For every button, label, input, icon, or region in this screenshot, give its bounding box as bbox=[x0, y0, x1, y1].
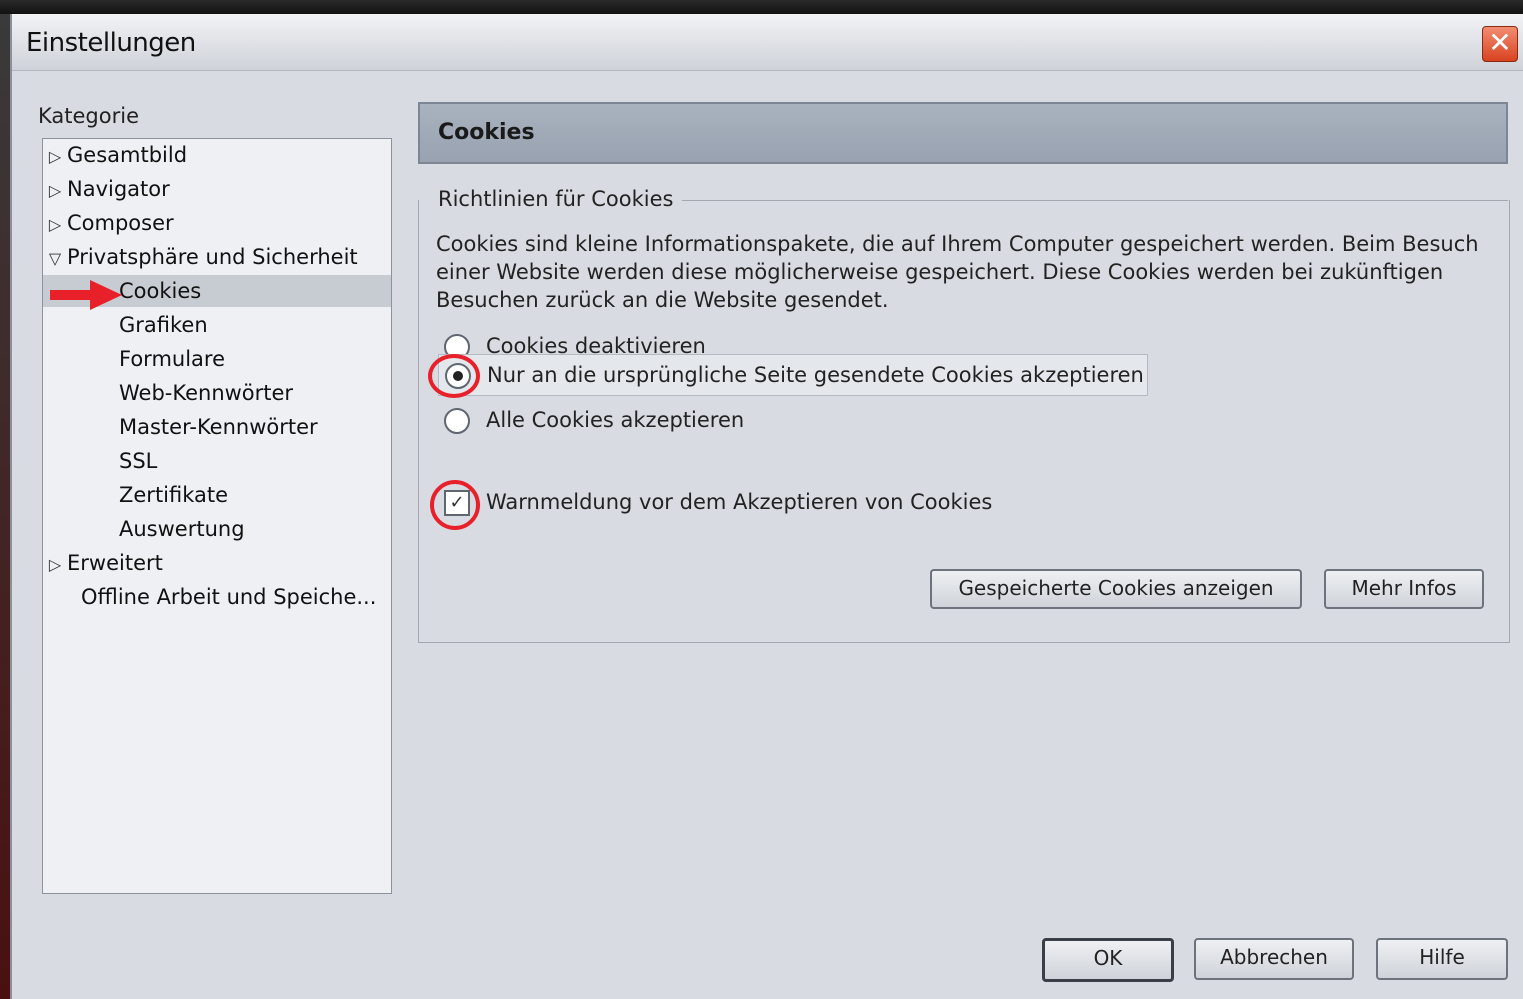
tree-item-label: Grafiken bbox=[119, 313, 208, 337]
tree-item-erweitert[interactable]: ▷ Erweitert bbox=[43, 547, 391, 579]
section-title: Cookies bbox=[438, 120, 535, 145]
close-icon[interactable]: ✕ bbox=[1482, 26, 1518, 62]
tree-item-web-kennwoerter[interactable]: Web-Kennwörter bbox=[43, 377, 391, 409]
tree-item-label: Web-Kennwörter bbox=[119, 381, 294, 405]
show-cookies-button[interactable]: Gespeicherte Cookies anzeigen bbox=[930, 569, 1302, 609]
radio-label: Nur an die ursprüngliche Seite gesendete… bbox=[487, 363, 1144, 387]
warn-checkbox-row[interactable]: ✓ Warnmeldung vor dem Akzeptieren von Co… bbox=[438, 482, 1138, 522]
category-tree[interactable]: ▷ Gesamtbild ▷ Navigator ▷ Composer ▽ Privat… bbox=[42, 138, 392, 894]
ok-button[interactable]: OK bbox=[1042, 938, 1174, 982]
help-button[interactable]: Hilfe bbox=[1376, 938, 1508, 980]
tree-item-label: Navigator bbox=[67, 177, 170, 201]
tree-item-privacy[interactable]: ▽ Privatsphäre und Sicherheit bbox=[43, 241, 391, 273]
collapse-arrow-icon[interactable]: ▽ bbox=[43, 243, 67, 273]
tree-item-ssl[interactable]: SSL bbox=[43, 445, 391, 477]
title-bar: Einstellungen ✕ bbox=[12, 14, 1523, 71]
annotation-circle-icon bbox=[428, 354, 480, 398]
tree-item-label: Gesamtbild bbox=[67, 143, 188, 167]
group-divider bbox=[682, 200, 1508, 201]
settings-dialog: Einstellungen ✕ Kategorie ▷ Gesamtbild ▷ N… bbox=[10, 14, 1523, 999]
tree-item-label: Offline Arbeit und Speiche... bbox=[81, 585, 377, 609]
tree-item-navigator[interactable]: ▷ Navigator bbox=[43, 173, 391, 205]
radio-accept-all-cookies[interactable]: Alle Cookies akzeptieren bbox=[438, 400, 938, 440]
tree-item-zertifikate[interactable]: Zertifikate bbox=[43, 479, 391, 511]
checkbox-label: Warnmeldung vor dem Akzeptieren von Cook… bbox=[486, 490, 993, 514]
annotation-circle-icon bbox=[430, 480, 480, 530]
tree-item-offline[interactable]: Offline Arbeit und Speiche... bbox=[43, 581, 391, 613]
expand-arrow-icon[interactable]: ▷ bbox=[43, 175, 67, 205]
radio-button[interactable] bbox=[444, 408, 470, 434]
tree-item-label: SSL bbox=[119, 449, 158, 473]
cancel-button[interactable]: Abbrechen bbox=[1194, 938, 1354, 980]
tree-item-grafiken[interactable]: Grafiken bbox=[43, 309, 391, 341]
tree-item-label: Auswertung bbox=[119, 517, 245, 541]
tree-item-label: Formulare bbox=[119, 347, 226, 371]
more-info-button[interactable]: Mehr Infos bbox=[1324, 569, 1484, 609]
tree-item-gesamtbild[interactable]: ▷ Gesamtbild bbox=[43, 139, 391, 171]
tree-item-formulare[interactable]: Formulare bbox=[43, 343, 391, 375]
tree-item-label: Erweitert bbox=[67, 551, 163, 575]
section-header: Cookies bbox=[418, 102, 1508, 164]
cookie-description: Cookies sind kleine Informationspakete, … bbox=[436, 232, 1479, 312]
tree-item-auswertung[interactable]: Auswertung bbox=[43, 513, 391, 545]
expand-arrow-icon[interactable]: ▷ bbox=[43, 209, 67, 239]
expand-arrow-icon[interactable]: ▷ bbox=[43, 549, 67, 579]
tree-item-label: Zertifikate bbox=[119, 483, 229, 507]
background-edge bbox=[0, 14, 10, 999]
category-label: Kategorie bbox=[38, 104, 139, 128]
tree-item-composer[interactable]: ▷ Composer bbox=[43, 207, 391, 239]
tree-item-label: Composer bbox=[67, 211, 174, 235]
radio-origin-only-cookies[interactable]: Nur an die ursprüngliche Seite gesendete… bbox=[438, 354, 1148, 396]
tree-item-label: Privatsphäre und Sicherheit bbox=[67, 245, 358, 269]
tree-item-label: Master-Kennwörter bbox=[119, 415, 318, 439]
radio-label: Alle Cookies akzeptieren bbox=[486, 408, 745, 432]
window-title: Einstellungen bbox=[26, 28, 196, 58]
expand-arrow-icon[interactable]: ▷ bbox=[43, 141, 67, 171]
background-strip bbox=[0, 0, 1523, 14]
annotation-arrow-icon bbox=[50, 280, 122, 310]
tree-item-label: Cookies bbox=[119, 279, 202, 303]
group-legend: Richtlinien für Cookies bbox=[432, 187, 680, 211]
tree-item-master-kennwoerter[interactable]: Master-Kennwörter bbox=[43, 411, 391, 443]
